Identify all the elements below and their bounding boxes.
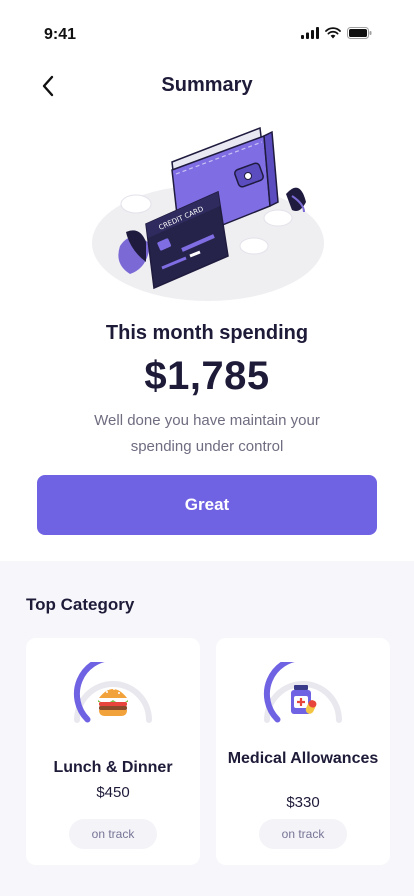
category-amount: $330 <box>286 794 320 811</box>
wifi-icon <box>325 27 341 39</box>
progress-gauge <box>263 662 342 723</box>
status-icons <box>301 27 372 39</box>
status-badge: on track <box>69 819 157 849</box>
category-card-lunch[interactable]: Lunch & Dinner $450 on track <box>26 638 200 865</box>
spending-headline: This month spending <box>105 322 309 344</box>
progress-gauge <box>73 662 152 723</box>
category-card-medical[interactable]: Medical Allowances $330 on track <box>216 638 390 865</box>
section-title: Top Category <box>26 595 135 614</box>
category-amount: $450 <box>96 784 130 801</box>
spending-amount: $1,785 <box>144 354 270 398</box>
great-button[interactable]: Great <box>37 475 377 535</box>
status-time: 9:41 <box>44 26 77 43</box>
nav-bar: Summary <box>0 66 414 106</box>
category-name: Lunch & Dinner <box>53 759 173 776</box>
top-category-section: Top Category Lunch & Dinner $450 on trac… <box>0 561 414 896</box>
signal-icon <box>301 27 319 39</box>
status-bar: 9:41 <box>0 0 414 70</box>
category-name: Medical Allowances <box>227 750 379 767</box>
wallet-illustration: CREDIT CARD <box>92 126 324 301</box>
burger-icon <box>98 688 128 716</box>
spending-description: Well done you have maintain your spendin… <box>94 412 320 455</box>
battery-icon <box>347 27 372 39</box>
status-badge: on track <box>259 819 347 849</box>
page-title: Summary <box>161 74 253 96</box>
medicine-icon <box>291 685 317 714</box>
